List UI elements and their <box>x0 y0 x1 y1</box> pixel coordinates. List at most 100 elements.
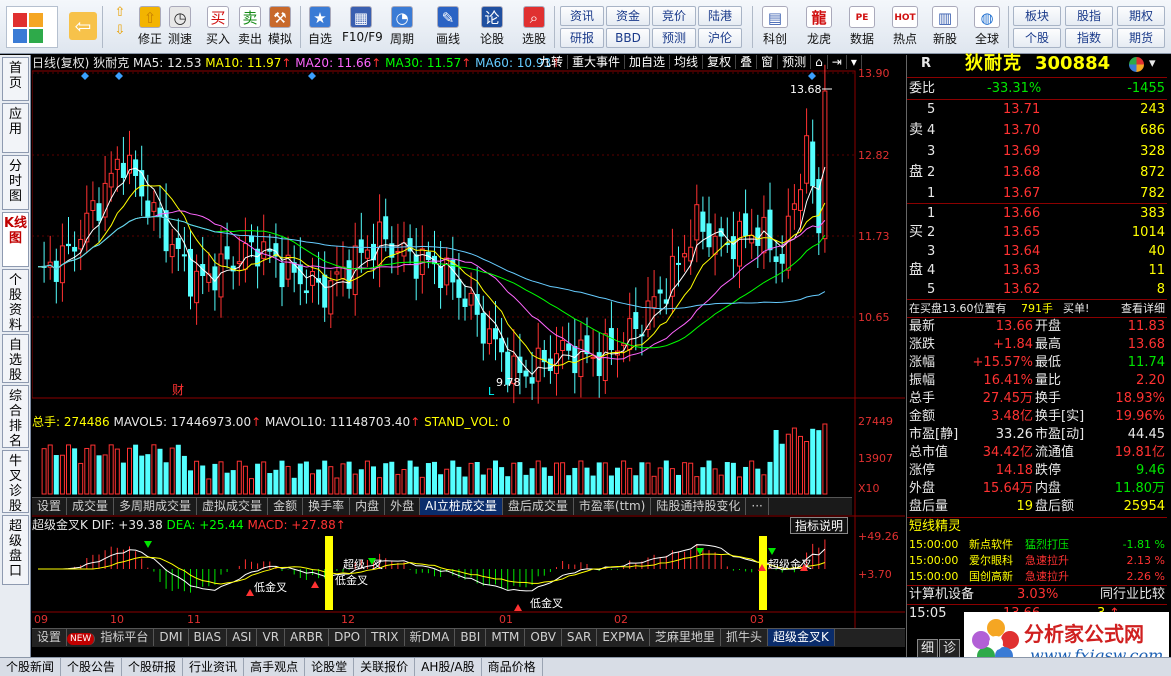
pin-icon[interactable]: ⇥ <box>827 55 847 69</box>
view-detail-link[interactable]: 查看详细 <box>1121 300 1165 317</box>
indicator-tab[interactable]: SAR <box>562 629 598 646</box>
volume-tab[interactable]: 金额 <box>268 498 304 515</box>
toolbar-button-ipo[interactable]: ▥ 新股 <box>926 4 964 50</box>
dropdown-icon[interactable]: ▾ <box>846 55 862 69</box>
chart-canvas[interactable]: 13.90 12.82 11.73 10.65 13.68 9.78 财 L 27449 1390… <box>32 54 905 657</box>
indicator-tab[interactable]: 超级金叉K <box>767 629 835 646</box>
status-tab[interactable]: 商品价格 <box>482 658 543 676</box>
indicator-tab[interactable]: ASI <box>227 629 258 646</box>
vtab-6[interactable]: 综合排名 <box>2 385 29 449</box>
indicator-tab[interactable]: DPO <box>329 629 367 646</box>
market-button[interactable]: 板块 <box>1013 6 1061 26</box>
chart-menu-item[interactable]: 加自选 <box>625 55 671 69</box>
toolbar-button-period[interactable]: ◔ 周期 <box>386 4 418 50</box>
chart-menu-item[interactable]: 重大事件 <box>568 55 626 69</box>
chart-menu-item[interactable]: 均线 <box>670 55 704 69</box>
quick-button[interactable]: 预测 <box>652 28 696 48</box>
volume-tab[interactable]: 外盘 <box>385 498 421 515</box>
toolbar-button-hammer[interactable]: ⚒ 模拟 <box>264 4 296 50</box>
chart-menu-item[interactable]: 叠 <box>736 55 758 69</box>
indicator-tab[interactable]: TRIX <box>366 629 405 646</box>
chart-menu-item[interactable]: 预测 <box>778 55 812 69</box>
volume-tab[interactable]: 内盘 <box>350 498 386 515</box>
status-tab[interactable]: 论股堂 <box>305 658 355 676</box>
status-tab[interactable]: 高手观点 <box>244 658 306 676</box>
ask-price[interactable]: 13.69 <box>1003 143 1040 160</box>
quick-button[interactable]: 资讯 <box>560 6 604 26</box>
toolbar-button-globe[interactable]: ◍ 全球 <box>968 4 1006 50</box>
indicator-tab[interactable]: 新DMA <box>405 629 456 646</box>
volume-tab[interactable]: 换手率 <box>303 498 351 515</box>
quote-tab[interactable]: 诊 <box>939 639 961 658</box>
toolbar-button-star[interactable]: ★ 自选 <box>304 4 336 50</box>
toolbar-button-pencil[interactable]: ✎ 画线 <box>432 4 464 50</box>
toolbar-button-kechuang[interactable]: ▤ 科创 <box>756 4 794 50</box>
volume-tab[interactable]: 市盈率(ttm) <box>574 498 652 515</box>
kline-chart-area[interactable]: 13.90 12.82 11.73 10.65 13.68 9.78 财 L 27449 1390… <box>32 54 905 657</box>
vtab-1[interactable]: 应用 <box>2 103 29 153</box>
toolbar-button-select-stock[interactable]: ⌕ 选股 <box>518 4 550 50</box>
bid-price[interactable]: 13.65 <box>1003 224 1040 241</box>
indicator-tab[interactable]: DMI <box>154 629 189 646</box>
ask-price[interactable]: 13.67 <box>1003 185 1040 202</box>
toolbar-button-pe-data[interactable]: PE 数据 <box>843 4 881 50</box>
status-tab[interactable]: 行业资讯 <box>183 658 245 676</box>
vtab-7[interactable]: 牛叉诊股 <box>2 450 29 514</box>
status-tab[interactable]: 个股研报 <box>122 658 184 676</box>
volume-tab[interactable]: 设置 <box>32 498 68 515</box>
indicator-help-button[interactable]: 指标说明 <box>790 517 849 534</box>
financial-report-marker[interactable]: 财 <box>172 383 184 397</box>
indicator-tab[interactable]: 抓牛头 <box>721 629 768 646</box>
indicator-tab[interactable]: BIAS <box>189 629 228 646</box>
vtab-2[interactable]: 分时图 <box>2 155 29 210</box>
market-button[interactable]: 指数 <box>1065 28 1113 48</box>
indicator-tab[interactable]: OBV <box>525 629 562 646</box>
status-tab[interactable]: AH股/A股 <box>415 658 482 676</box>
vtab-4[interactable]: 个股资料 <box>2 269 29 333</box>
bid-price[interactable]: 13.66 <box>1003 205 1040 222</box>
bid-price[interactable]: 13.62 <box>1003 281 1040 298</box>
market-button[interactable]: 个股 <box>1013 28 1061 48</box>
bid-price[interactable]: 13.64 <box>1003 243 1040 260</box>
quick-button[interactable]: 研报 <box>560 28 604 48</box>
home-icon[interactable]: ⌂ <box>811 55 828 69</box>
toolbar-button-hot[interactable]: HOT 热点 <box>886 4 924 50</box>
market-button[interactable]: 期货 <box>1117 28 1165 48</box>
market-button[interactable]: 股指 <box>1065 6 1113 26</box>
toolbar-button-f10[interactable]: ▦ F10/F9 <box>342 4 383 50</box>
vtab-0[interactable]: 首页 <box>2 57 29 101</box>
toolbar-button-up-arrow[interactable]: ⇧ 修正 <box>134 4 166 50</box>
toolbar-button-sell[interactable]: 卖卖出 <box>234 4 266 50</box>
sector-name[interactable]: 计算机设备 <box>909 586 974 603</box>
indicator-tab[interactable]: MTM <box>486 629 526 646</box>
quick-button[interactable]: 竞价 <box>652 6 696 26</box>
quick-button[interactable]: 资金 <box>606 6 650 26</box>
chart-menu-item[interactable]: 窗 <box>757 55 779 69</box>
dropdown-icon[interactable]: ▾ <box>1149 55 1156 72</box>
vtab-5[interactable]: 自选股 <box>2 334 29 383</box>
chart-menu-item[interactable]: 复权 <box>703 55 737 69</box>
alert-stock[interactable]: 爱尔眼科 <box>969 552 1013 569</box>
indicator-tab[interactable]: VR <box>257 629 286 646</box>
indicator-tab[interactable]: BBI <box>455 629 487 646</box>
quick-button[interactable]: BBD <box>606 28 650 48</box>
ask-price[interactable]: 13.71 <box>1003 101 1040 118</box>
ask-price[interactable]: 13.68 <box>1003 164 1040 181</box>
toolbar-button-dragon-tiger[interactable]: 龍龙虎 <box>800 4 838 50</box>
toolbar-button-buy[interactable]: 买买入 <box>202 4 234 50</box>
toolbar-button-discuss[interactable]: 论论股 <box>476 4 508 50</box>
indicator-tab[interactable]: EXPMA <box>597 629 650 646</box>
indicator-tab[interactable]: 芝麻里地里 <box>650 629 721 646</box>
volume-tab[interactable]: AI立桩成交量 <box>420 498 503 515</box>
volume-tab[interactable]: 多周期成交量 <box>114 498 198 515</box>
status-tab[interactable]: 个股公告 <box>61 658 123 676</box>
up-down-button[interactable]: ⇧ ⇩ <box>104 4 136 50</box>
quote-tab[interactable]: 细 <box>917 639 939 658</box>
app-logo[interactable] <box>6 6 58 48</box>
alert-stock[interactable]: 新点软件 <box>969 536 1013 553</box>
indicator-tab[interactable]: 设置 <box>32 629 68 646</box>
volume-tab[interactable]: 虚拟成交量 <box>197 498 269 515</box>
status-tab[interactable]: 关联报价 <box>354 658 416 676</box>
chart-menu-item[interactable]: 九转 <box>535 55 569 69</box>
quick-button[interactable]: 陆港 <box>698 6 742 26</box>
